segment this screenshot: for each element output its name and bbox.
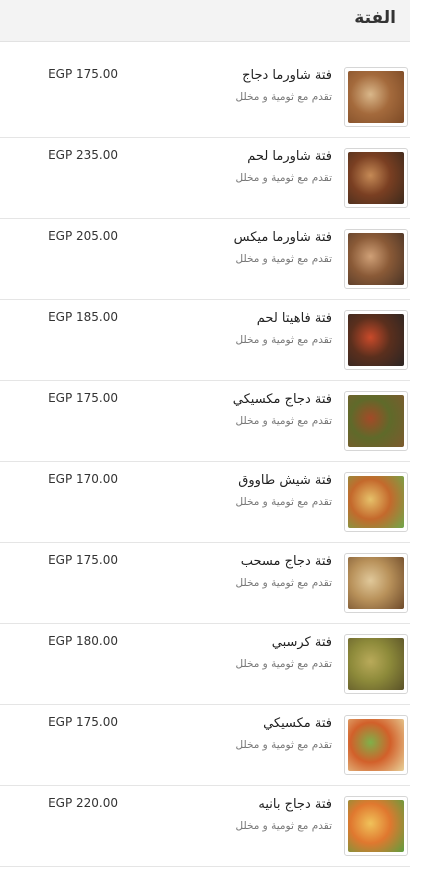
menu-item-description: تقدم مع ثومية و مخلل bbox=[235, 739, 332, 751]
menu-item-price: EGP 220.00 bbox=[48, 796, 118, 810]
menu-item-name: فتة فاهيتا لحم bbox=[256, 311, 332, 326]
section-header: الفتة bbox=[0, 0, 410, 42]
menu-item-description: تقدم مع ثومية و مخلل bbox=[235, 172, 332, 184]
menu-item-description: تقدم مع ثومية و مخلل bbox=[235, 415, 332, 427]
menu-item-description: تقدم مع ثومية و مخلل bbox=[235, 334, 332, 346]
menu-item[interactable]: فتة شاورما دجاج تقدم مع ثومية و مخلل EGP 1… bbox=[0, 57, 410, 138]
menu-item[interactable]: فتة دجاج مكسيكي تقدم مع ثومية و مخلل EGP 1… bbox=[0, 381, 410, 462]
menu-item-description: تقدم مع ثومية و مخلل bbox=[235, 496, 332, 508]
menu-item[interactable]: فتة شاورما لحم تقدم مع ثومية و مخلل EGP 23… bbox=[0, 138, 410, 219]
menu-item-price: EGP 185.00 bbox=[48, 310, 118, 324]
menu-item-description: تقدم مع ثومية و مخلل bbox=[235, 658, 332, 670]
menu-item-price: EGP 175.00 bbox=[48, 553, 118, 567]
menu-item-list: فتة شاورما دجاج تقدم مع ثومية و مخلل EGP 1… bbox=[0, 57, 410, 867]
menu-item-photo[interactable] bbox=[344, 67, 408, 127]
menu-item[interactable]: فتة فاهيتا لحم تقدم مع ثومية و مخلل EGP 18… bbox=[0, 300, 410, 381]
menu-item[interactable]: فتة دجاج مسحب تقدم مع ثومية و مخلل EGP 175… bbox=[0, 543, 410, 624]
menu-item-photo[interactable] bbox=[344, 715, 408, 775]
section-title: الفتة bbox=[354, 8, 396, 28]
menu-item-description: تقدم مع ثومية و مخلل bbox=[235, 91, 332, 103]
menu-item-price: EGP 175.00 bbox=[48, 391, 118, 405]
menu-item-price: EGP 205.00 bbox=[48, 229, 118, 243]
menu-item-name: فتة شاورما دجاج bbox=[242, 68, 332, 83]
menu-item-photo[interactable] bbox=[344, 310, 408, 370]
menu-item-photo[interactable] bbox=[344, 634, 408, 694]
menu-item-photo[interactable] bbox=[344, 229, 408, 289]
menu-item-name: فتة شاورما لحم bbox=[247, 149, 332, 164]
menu-item-price: EGP 175.00 bbox=[48, 67, 118, 81]
menu-item-description: تقدم مع ثومية و مخلل bbox=[235, 577, 332, 589]
menu-item-name: فتة كرسبي bbox=[271, 635, 332, 650]
menu-item[interactable]: فتة شاورما ميكس تقدم مع ثومية و مخلل EGP 2… bbox=[0, 219, 410, 300]
menu-item-photo[interactable] bbox=[344, 148, 408, 208]
menu-item-price: EGP 175.00 bbox=[48, 715, 118, 729]
menu-item-photo[interactable] bbox=[344, 796, 408, 856]
menu-item-name: فتة دجاج مسحب bbox=[240, 554, 332, 569]
menu-item[interactable]: فتة شيش طاووق تقدم مع ثومية و مخلل EGP 170… bbox=[0, 462, 410, 543]
menu-item-photo[interactable] bbox=[344, 472, 408, 532]
menu-item-name: فتة شاورما ميكس bbox=[233, 230, 332, 245]
menu-item-name: فتة شيش طاووق bbox=[238, 473, 332, 488]
menu-item-price: EGP 235.00 bbox=[48, 148, 118, 162]
menu-item-description: تقدم مع ثومية و مخلل bbox=[235, 820, 332, 832]
menu-item[interactable]: فتة دجاج بانيه تقدم مع ثومية و مخلل EGP 22… bbox=[0, 786, 410, 867]
menu-item-name: فتة مكسيكي bbox=[263, 716, 332, 731]
menu-item-name: فتة دجاج مكسيكي bbox=[232, 392, 332, 407]
menu-item-photo[interactable] bbox=[344, 391, 408, 451]
menu-item-price: EGP 180.00 bbox=[48, 634, 118, 648]
menu-item-photo[interactable] bbox=[344, 553, 408, 613]
menu-item-description: تقدم مع ثومية و مخلل bbox=[235, 253, 332, 265]
menu-item-price: EGP 170.00 bbox=[48, 472, 118, 486]
menu-item-name: فتة دجاج بانيه bbox=[258, 797, 332, 812]
menu-item[interactable]: فتة مكسيكي تقدم مع ثومية و مخلل EGP 175.00 bbox=[0, 705, 410, 786]
menu-item[interactable]: فتة كرسبي تقدم مع ثومية و مخلل EGP 180.00 bbox=[0, 624, 410, 705]
